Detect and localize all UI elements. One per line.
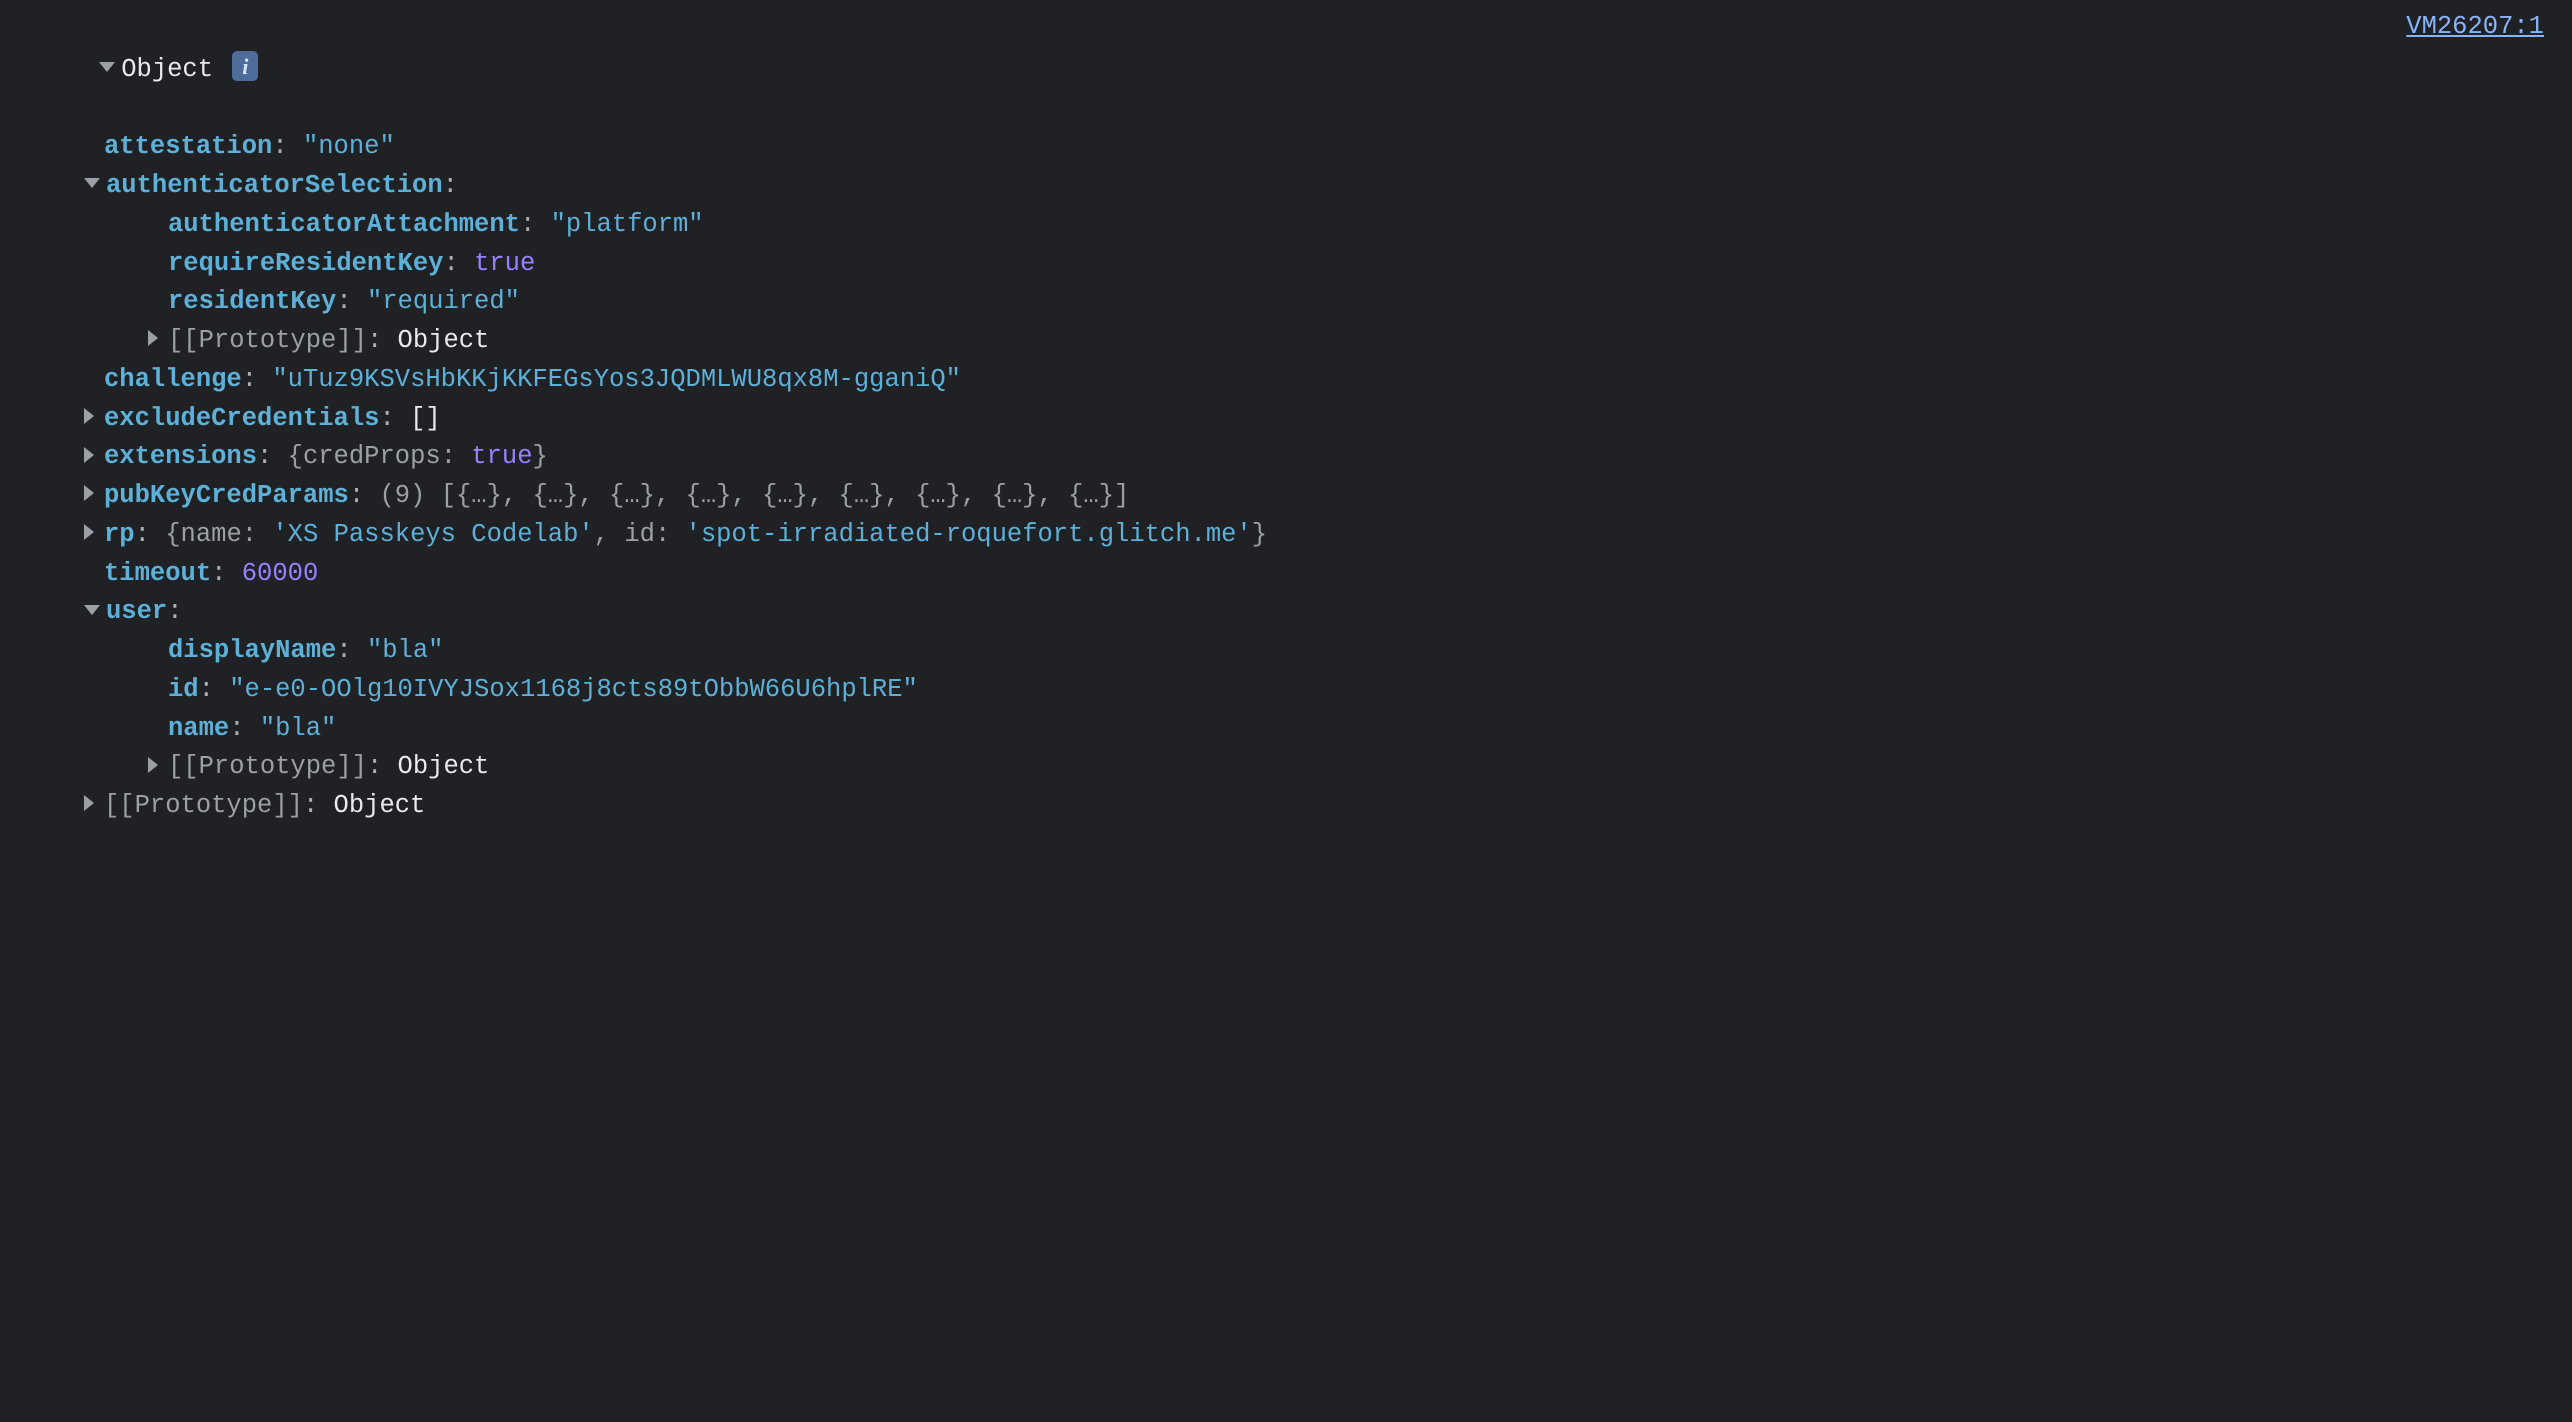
property-key: requireResidentKey bbox=[168, 249, 443, 278]
property-key: residentKey bbox=[168, 287, 336, 316]
property-key: id bbox=[168, 675, 199, 704]
brace-open: { bbox=[165, 520, 180, 549]
chevron-down-icon bbox=[84, 605, 100, 615]
property-value-string: "required" bbox=[367, 287, 520, 316]
property-key: [[Prototype]] bbox=[168, 326, 367, 355]
chevron-right-icon bbox=[84, 447, 94, 463]
array-count: (9) bbox=[379, 481, 425, 510]
property-value-boolean: true bbox=[474, 249, 535, 278]
brace-close: } bbox=[1252, 520, 1267, 549]
chevron-right-icon bbox=[84, 524, 94, 540]
prop-extensions[interactable]: extensions: {credProps: true} bbox=[0, 438, 2572, 477]
preview-value: 'XS Passkeys Codelab' bbox=[272, 520, 593, 549]
array-preview: [{…}, {…}, {…}, {…}, {…}, {…}, {…}, {…},… bbox=[441, 481, 1130, 510]
property-value-string: "e-e0-OOlg10IVYJSox1168j8cts89tObbW66U6h… bbox=[229, 675, 918, 704]
prop-exclude-credentials[interactable]: excludeCredentials: [] bbox=[0, 400, 2572, 439]
preview-value: 'spot-irradiated-roquefort.glitch.me' bbox=[686, 520, 1252, 549]
property-key: extensions bbox=[104, 442, 257, 471]
preview-key: name bbox=[181, 520, 242, 549]
prop-resident-key[interactable]: residentKey: "required" bbox=[0, 283, 2572, 322]
property-value-object: Object bbox=[398, 752, 490, 781]
property-value-object: Object bbox=[334, 791, 426, 820]
preview-key: credProps bbox=[303, 442, 441, 471]
prop-user-name[interactable]: name: "bla" bbox=[0, 710, 2572, 749]
property-value-array: [] bbox=[410, 404, 441, 433]
property-key: [[Prototype]] bbox=[168, 752, 367, 781]
property-key: rp bbox=[104, 520, 135, 549]
object-root-row[interactable]: Object i bbox=[0, 12, 2572, 128]
prop-attestation[interactable]: attestation: "none" bbox=[0, 128, 2572, 167]
property-value-number: 60000 bbox=[242, 559, 319, 588]
prop-rp[interactable]: rp: {name: 'XS Passkeys Codelab', id: 's… bbox=[0, 516, 2572, 555]
chevron-down-icon bbox=[84, 178, 100, 188]
property-key: name bbox=[168, 714, 229, 743]
chevron-right-icon bbox=[148, 330, 158, 346]
prop-challenge[interactable]: challenge: "uTuz9KSVsHbKKjKKFEGsYos3JQDM… bbox=[0, 361, 2572, 400]
prop-timeout[interactable]: timeout: 60000 bbox=[0, 555, 2572, 594]
property-value-string: "uTuz9KSVsHbKKjKKFEGsYos3JQDMLWU8qx8M-gg… bbox=[272, 365, 961, 394]
property-key: excludeCredentials bbox=[104, 404, 379, 433]
prop-pub-key-cred-params[interactable]: pubKeyCredParams: (9) [{…}, {…}, {…}, {…… bbox=[0, 477, 2572, 516]
property-key: authenticatorSelection bbox=[106, 171, 443, 200]
prop-user-display-name[interactable]: displayName: "bla" bbox=[0, 632, 2572, 671]
prop-authenticator-attachment[interactable]: authenticatorAttachment: "platform" bbox=[0, 206, 2572, 245]
property-value-string: "bla" bbox=[260, 714, 337, 743]
property-key: [[Prototype]] bbox=[104, 791, 303, 820]
property-key: pubKeyCredParams bbox=[104, 481, 349, 510]
prop-prototype[interactable]: [[Prototype]]: Object bbox=[0, 787, 2572, 826]
property-value-object: Object bbox=[398, 326, 490, 355]
property-value-string: "none" bbox=[303, 132, 395, 161]
object-root-label: Object bbox=[121, 55, 213, 84]
preview-value: true bbox=[471, 442, 532, 471]
prop-authenticator-selection[interactable]: authenticatorSelection: bbox=[0, 167, 2572, 206]
property-key: attestation bbox=[104, 132, 272, 161]
prop-prototype[interactable]: [[Prototype]]: Object bbox=[0, 748, 2572, 787]
console-output: VM26207:1 Object i attestation: "none" a… bbox=[0, 0, 2572, 826]
prop-user[interactable]: user: bbox=[0, 593, 2572, 632]
chevron-right-icon bbox=[84, 408, 94, 424]
property-value-string: "platform" bbox=[551, 210, 704, 239]
prop-prototype[interactable]: [[Prototype]]: Object bbox=[0, 322, 2572, 361]
prop-user-id[interactable]: id: "e-e0-OOlg10IVYJSox1168j8cts89tObbW6… bbox=[0, 671, 2572, 710]
property-key: user bbox=[106, 597, 167, 626]
property-value-string: "bla" bbox=[367, 636, 444, 665]
property-key: challenge bbox=[104, 365, 242, 394]
brace-close: } bbox=[533, 442, 548, 471]
preview-key: id bbox=[624, 520, 655, 549]
chevron-right-icon bbox=[84, 795, 94, 811]
property-key: authenticatorAttachment bbox=[168, 210, 520, 239]
chevron-right-icon bbox=[148, 757, 158, 773]
chevron-down-icon bbox=[99, 62, 115, 72]
chevron-right-icon bbox=[84, 485, 94, 501]
property-key: displayName bbox=[168, 636, 336, 665]
prop-require-resident-key[interactable]: requireResidentKey: true bbox=[0, 245, 2572, 284]
source-link[interactable]: VM26207:1 bbox=[2406, 8, 2544, 47]
brace-open: { bbox=[288, 442, 303, 471]
property-key: timeout bbox=[104, 559, 211, 588]
info-icon[interactable]: i bbox=[232, 51, 258, 81]
